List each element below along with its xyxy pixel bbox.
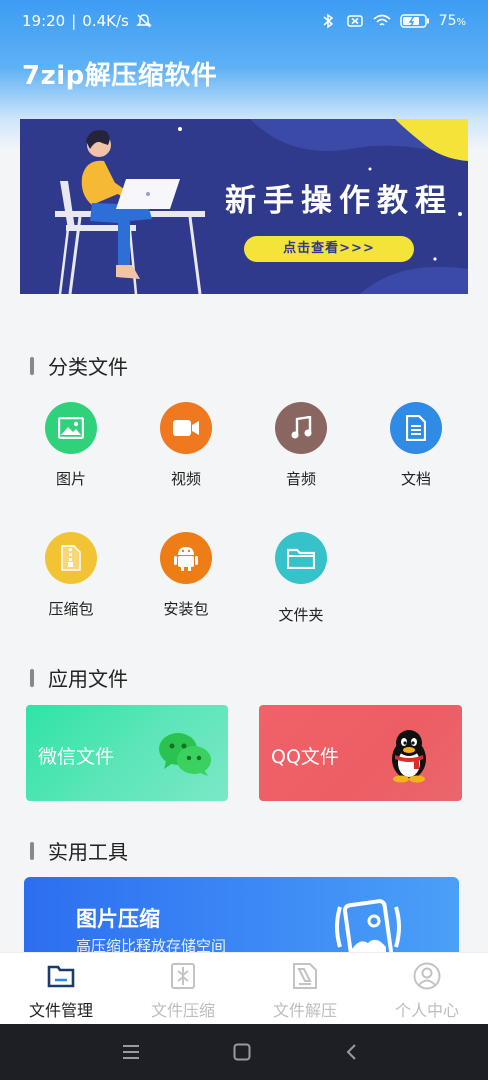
bottom-navigation: 文件管理 文件压缩 文件解压 个人中心 (0, 952, 488, 1024)
section-label: 应用文件 (48, 667, 128, 691)
category-zip[interactable]: 压缩包 (21, 532, 121, 619)
image-compress-title: 图片压缩 (76, 907, 160, 931)
mute-icon (136, 14, 152, 28)
qq-files-card[interactable]: QQ文件 (259, 705, 462, 801)
bluetooth-icon (323, 13, 333, 29)
android-icon (160, 532, 212, 584)
section-title-tools: 实用工具 (30, 836, 128, 865)
nav-file-extract[interactable]: 文件解压 (244, 953, 366, 1024)
image-icon (45, 402, 97, 454)
category-label: 音频 (285, 470, 316, 488)
category-image[interactable]: 图片 (21, 402, 121, 489)
category-label: 图片 (55, 470, 86, 488)
category-label: 文档 (400, 470, 431, 488)
home-icon[interactable] (233, 1043, 251, 1061)
category-label: 压缩包 (48, 600, 94, 618)
section-marker (30, 356, 34, 375)
video-icon (160, 402, 212, 454)
category-label: 安装包 (163, 600, 209, 618)
status-speed: 0.4K/s (82, 12, 129, 30)
compress-nav-icon (171, 963, 195, 989)
banner-title: 新手操作教程 (225, 183, 453, 219)
section-label: 分类文件 (48, 355, 128, 379)
wechat-icon (159, 733, 211, 776)
battery-level: 75 (438, 13, 457, 29)
section-marker (30, 668, 34, 687)
category-label: 视频 (170, 470, 201, 488)
section-marker (30, 841, 34, 860)
sim-off-icon (346, 15, 363, 27)
status-divider: | (71, 12, 77, 30)
category-label: 文件夹 (278, 606, 324, 624)
wechat-files-card[interactable]: 微信文件 (26, 705, 228, 801)
nav-file-compress[interactable]: 文件压缩 (122, 953, 244, 1024)
folder-nav-icon (47, 965, 75, 988)
nav-label: 文件管理 (28, 1001, 93, 1020)
back-icon[interactable] (345, 1043, 357, 1061)
document-icon (390, 402, 442, 454)
qq-penguin-icon (392, 730, 426, 783)
wechat-files-label: 微信文件 (38, 746, 115, 768)
section-label: 实用工具 (48, 840, 128, 864)
nav-profile[interactable]: 个人中心 (366, 953, 488, 1024)
category-video[interactable]: 视频 (136, 402, 236, 489)
section-title-categories: 分类文件 (30, 351, 128, 380)
zip-icon (45, 532, 97, 584)
status-bar: 19:20 | 0.4K/s 75% (22, 12, 466, 30)
nav-label: 文件解压 (272, 1001, 337, 1020)
nav-label: 文件压缩 (150, 1001, 215, 1020)
category-apk[interactable]: 安装包 (136, 532, 236, 619)
category-document[interactable]: 文档 (366, 402, 466, 489)
folder-icon (275, 532, 327, 584)
category-audio[interactable]: 音频 (251, 402, 351, 489)
music-icon (275, 402, 327, 454)
app-title: 7zip解压缩软件 (22, 61, 218, 91)
qq-files-label: QQ文件 (271, 746, 339, 768)
status-time: 19:20 (22, 12, 66, 30)
extract-nav-icon (293, 963, 317, 989)
wifi-icon (373, 14, 391, 26)
section-title-apps: 应用文件 (30, 663, 128, 692)
category-folder[interactable]: 文件夹 (251, 532, 351, 625)
battery-icon (399, 14, 429, 28)
nav-label: 个人中心 (394, 1001, 459, 1020)
nav-file-manager[interactable]: 文件管理 (0, 953, 122, 1024)
system-navigation-bar (0, 1024, 488, 1080)
tutorial-banner[interactable]: 新手操作教程 点击查看>>> (20, 119, 468, 294)
menu-icon[interactable] (122, 1044, 140, 1060)
user-nav-icon (413, 962, 441, 990)
banner-view-button[interactable]: 点击查看>>> (244, 236, 414, 262)
